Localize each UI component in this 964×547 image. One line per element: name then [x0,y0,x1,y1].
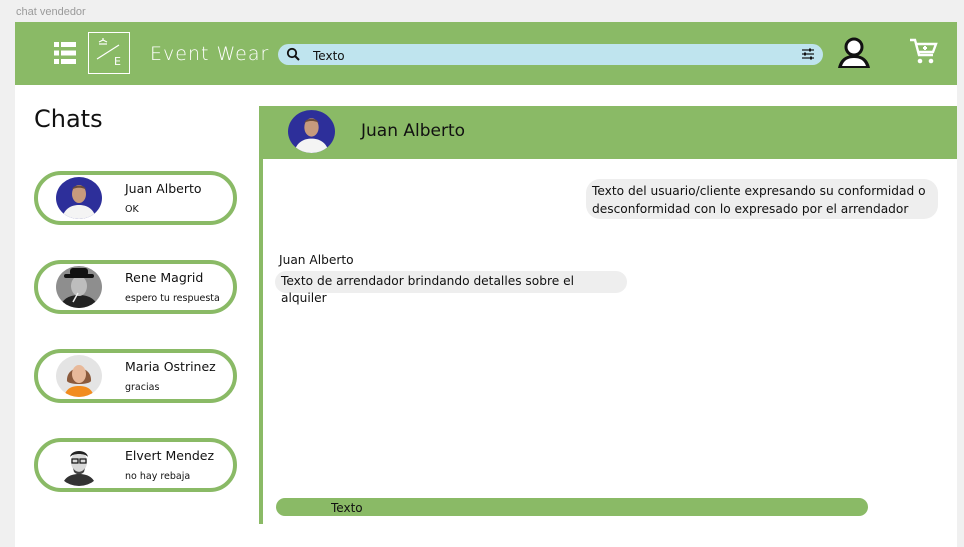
chat-item-preview: espero tu respuesta [125,293,220,304]
user-icon[interactable] [835,37,875,69]
conversation-panel: Juan Alberto Texto del usuario/cliente e… [259,106,957,524]
avatar [56,355,102,397]
top-bar: E Event Wear [15,22,957,85]
chat-item-rene-magrid[interactable]: Rene Magrid espero tu respuesta [34,260,237,314]
chat-item-name: Maria Ostrinez [125,359,216,374]
search-input[interactable] [311,45,795,66]
chats-title: Chats [34,105,103,133]
conversation-header: Juan Alberto [259,106,957,159]
message-input[interactable] [329,498,853,518]
chat-item-preview: gracias [125,382,160,393]
message-incoming: Texto de arrendador brindando detalles s… [275,271,627,305]
chat-item-name: Juan Alberto [125,181,202,196]
chat-item-name: Elvert Mendez [125,448,215,463]
avatar [56,266,102,308]
conversation-contact-name: Juan Alberto [361,121,466,141]
chat-item-preview: no hay rebaja [125,471,191,482]
hanger-logo-icon [96,38,120,60]
avatar [288,110,335,153]
menu-grid-icon[interactable] [54,42,76,64]
app-frame: E Event Wear Texto Chats Juan Alberto OK… [15,22,957,547]
brand-name: Event Wear [150,43,270,65]
chat-item-maria-ostrinez[interactable]: Maria Ostrinez gracias [34,349,237,403]
search-bar [278,44,823,66]
chat-item-preview: OK [125,204,139,215]
chat-item-elvert-mendez[interactable]: Elvert Mendez no hay rebaja [34,438,237,492]
search-icon[interactable] [286,47,300,61]
frame-label: chat vendedor [16,6,86,18]
logo[interactable]: E [88,32,130,74]
logo-mark-letter: E [114,55,121,68]
chat-item-name: Rene Magrid [125,270,204,285]
avatar [56,444,102,486]
chat-item-juan-alberto[interactable]: Juan Alberto OK [34,171,237,225]
conversation-divider [259,159,263,524]
avatar [56,177,102,219]
message-compose-bar [276,498,868,518]
filter-icon[interactable] [801,47,815,61]
cart-icon[interactable] [908,36,938,66]
message-outgoing: Texto del usuario/cliente expresando su … [586,179,938,219]
message-sender-name: Juan Alberto [279,253,354,267]
